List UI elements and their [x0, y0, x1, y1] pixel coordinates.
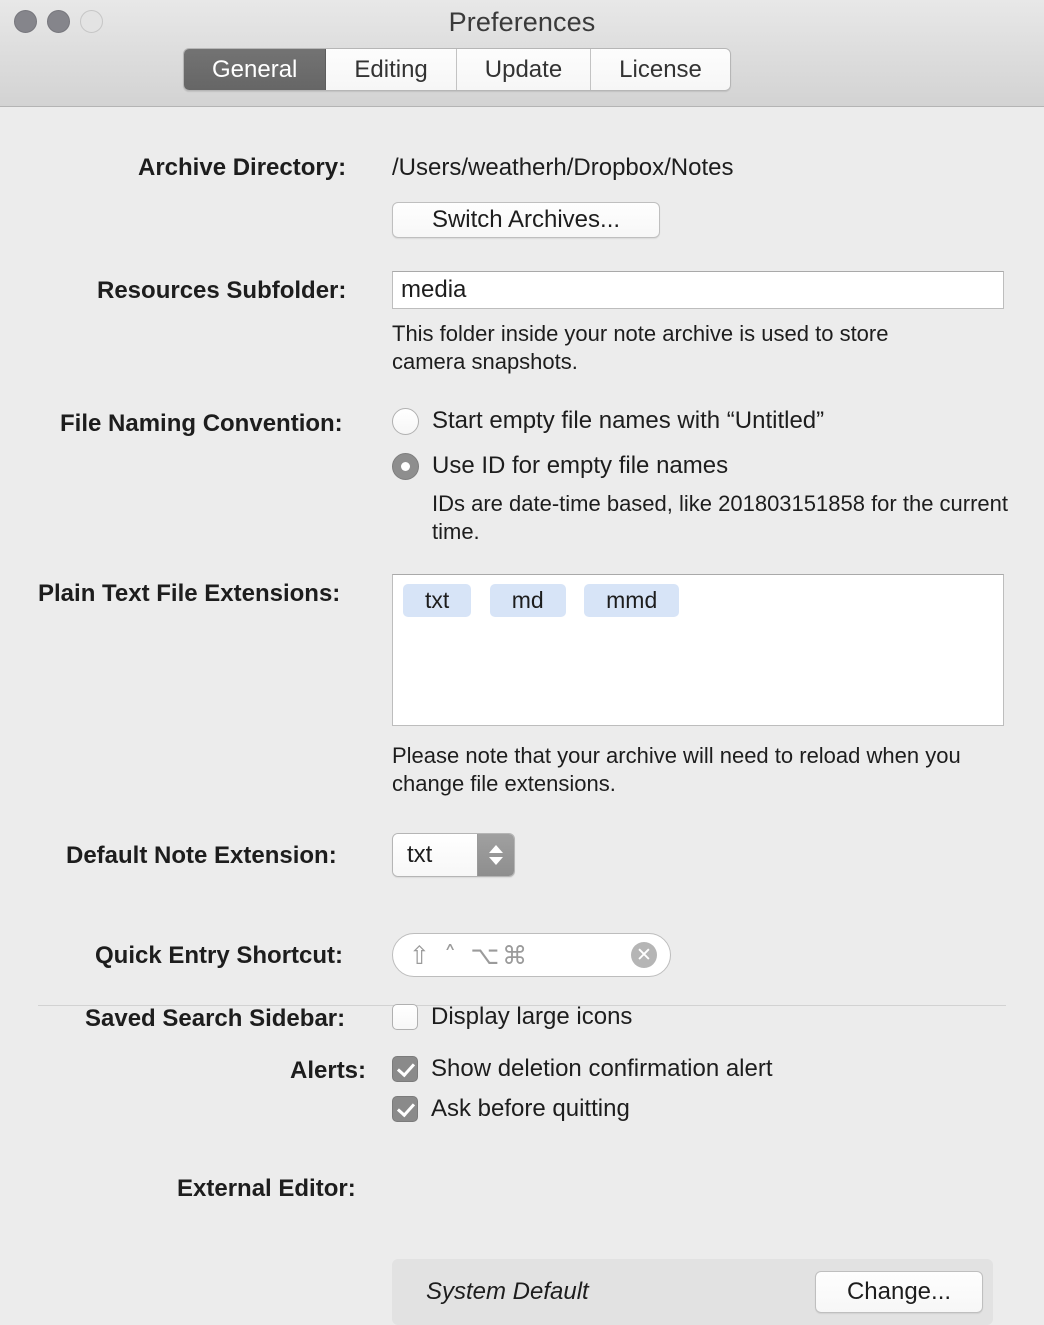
quick-entry-shortcut-label: Quick Entry Shortcut:	[95, 942, 344, 969]
tab-general[interactable]: General	[184, 49, 327, 90]
general-preferences-pane: Archive Directory: /Users/weatherh/Dropb…	[0, 107, 1044, 1325]
chevron-up-icon[interactable]	[489, 845, 503, 853]
resources-subfolder-label-wrap: Resources Subfolder:	[97, 277, 346, 305]
checkbox-show-deletion-alert-box[interactable]	[392, 1056, 418, 1082]
archive-directory-path: /Users/weatherh/Dropbox/Notes	[392, 154, 734, 181]
tab-license[interactable]: License	[591, 49, 730, 90]
external-editor-panel: System Default Change...	[392, 1259, 993, 1325]
saved-search-sidebar-label: Saved Search Sidebar:	[85, 1005, 346, 1032]
tab-update[interactable]: Update	[456, 49, 592, 90]
window-titlebar: Preferences General Editing Update Licen…	[0, 0, 1044, 107]
quick-entry-shortcut-label-wrap: Quick Entry Shortcut:	[95, 942, 343, 970]
radio-use-id-indicator[interactable]	[392, 452, 419, 480]
preferences-tab-bar: General Editing Update License	[183, 48, 731, 91]
external-editor-label: External Editor:	[177, 1175, 356, 1202]
default-note-extension-combobox[interactable]: txt	[392, 833, 515, 877]
tab-editing[interactable]: Editing	[326, 49, 457, 90]
saved-search-sidebar-label-wrap: Saved Search Sidebar:	[85, 1005, 345, 1033]
checkbox-show-deletion-alert[interactable]: Show deletion confirmation alert	[392, 1055, 773, 1083]
checkbox-ask-before-quitting[interactable]: Ask before quitting	[392, 1095, 630, 1123]
alerts-label-wrap: Alerts:	[290, 1057, 366, 1085]
external-editor-label-wrap: External Editor:	[177, 1175, 356, 1203]
archive-directory-value-wrap: /Users/weatherh/Dropbox/Notes	[392, 154, 733, 182]
clear-shortcut-icon[interactable]: ✕	[631, 942, 657, 968]
quick-entry-shortcut-recorder[interactable]: ⇧ ˄ ⌥⌘ ✕	[392, 933, 671, 977]
resources-subfolder-help: This folder inside your note archive is …	[392, 321, 889, 375]
plain-text-extensions-tokenfield[interactable]: txt md mmd	[392, 574, 1004, 726]
switch-archives-button[interactable]: Switch Archives...	[392, 202, 660, 238]
radio-start-untitled[interactable]: Start empty file names with “Untitled”	[392, 407, 824, 435]
resources-subfolder-label: Resources Subfolder:	[97, 277, 347, 304]
checkbox-ask-before-quitting-label: Ask before quitting	[431, 1095, 630, 1122]
modifier-keys-glyphs: ⇧ ˄ ⌥⌘	[409, 940, 531, 970]
checkbox-display-large-icons-box[interactable]	[392, 1004, 418, 1030]
extension-token-md[interactable]: md	[489, 584, 566, 617]
file-naming-label-wrap: File Naming Convention:	[60, 410, 343, 438]
extension-token-txt[interactable]: txt	[403, 584, 472, 617]
checkbox-ask-before-quitting-box[interactable]	[392, 1096, 418, 1122]
archive-directory-label: Archive Directory:	[138, 154, 347, 181]
checkbox-display-large-icons-label: Display large icons	[431, 1003, 633, 1030]
external-editor-value: System Default	[426, 1278, 589, 1305]
default-note-extension-label: Default Note Extension:	[66, 842, 337, 869]
checkbox-show-deletion-alert-label: Show deletion confirmation alert	[431, 1055, 773, 1082]
resources-subfolder-input[interactable]: media	[392, 271, 1004, 309]
radio-start-untitled-indicator[interactable]	[392, 407, 419, 435]
default-note-extension-label-wrap: Default Note Extension:	[66, 842, 337, 870]
file-naming-convention-label: File Naming Convention:	[60, 410, 343, 437]
plain-text-extensions-label-wrap: Plain Text File Extensions:	[38, 580, 340, 608]
radio-start-untitled-label: Start empty file names with “Untitled”	[432, 407, 825, 434]
default-note-extension-value: txt	[393, 834, 477, 876]
change-external-editor-button[interactable]: Change...	[815, 1271, 983, 1313]
radio-use-id-label: Use ID for empty file names	[432, 452, 729, 479]
radio-use-id[interactable]: Use ID for empty file names	[392, 452, 728, 480]
window-title: Preferences	[448, 7, 596, 37]
stepper-control[interactable]	[477, 834, 514, 876]
chevron-down-icon[interactable]	[489, 857, 503, 865]
plain-text-extensions-help: Please note that your archive will need …	[392, 743, 961, 797]
file-naming-help: IDs are date-time based, like 2018031518…	[432, 491, 1009, 545]
archive-directory-label-wrap: Archive Directory:	[138, 154, 346, 182]
alerts-label: Alerts:	[290, 1057, 367, 1084]
plain-text-extensions-label: Plain Text File Extensions:	[38, 580, 341, 607]
extension-token-mmd[interactable]: mmd	[584, 584, 680, 617]
checkbox-display-large-icons[interactable]: Display large icons	[392, 1003, 632, 1031]
